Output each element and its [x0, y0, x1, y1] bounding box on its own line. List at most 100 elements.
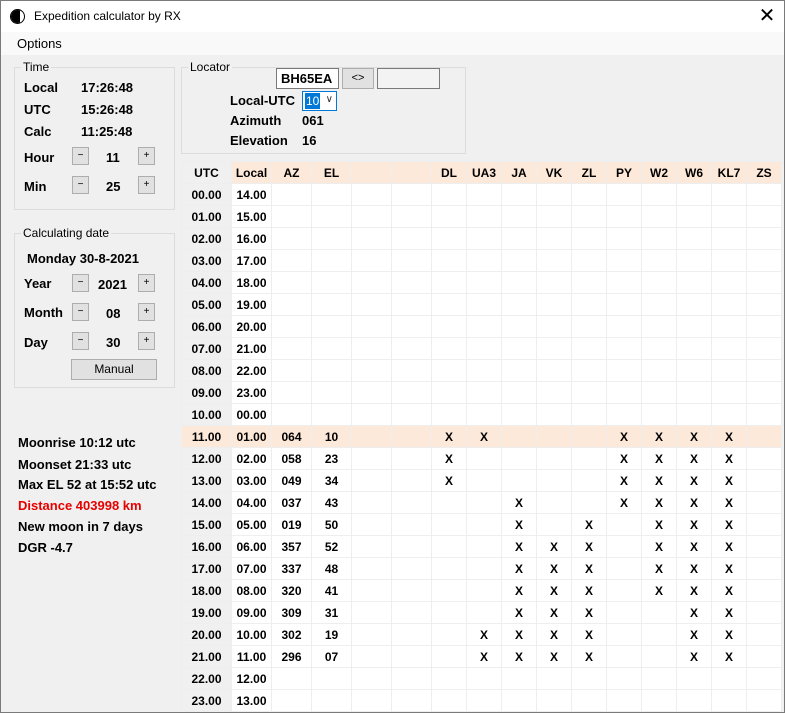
manual-button[interactable]: Manual	[71, 359, 157, 380]
table-cell: X	[466, 623, 502, 646]
month-value: 08	[106, 306, 121, 321]
table-row[interactable]: 08.00 22.00	[181, 359, 782, 382]
month-increment-button[interactable]: +	[138, 303, 155, 321]
table-cell	[746, 469, 782, 492]
table-cell: 52	[311, 535, 352, 558]
utc-time-value: 15:26:48	[81, 102, 134, 117]
utc-time-label: UTC	[24, 102, 51, 117]
table-row[interactable]: 11.00 01.00 064 10 X X X X X X	[181, 425, 782, 448]
table-cell: 02.00	[231, 447, 272, 470]
table-cell: 064	[271, 425, 312, 448]
month-decrement-button[interactable]: −	[72, 303, 89, 321]
table-row[interactable]: 19.00 09.00 309 31 X X X X X	[181, 601, 782, 624]
table-cell	[351, 513, 392, 536]
table-row[interactable]: 06.00 20.00	[181, 315, 782, 338]
table-cell	[431, 579, 467, 602]
table-cell	[391, 667, 432, 690]
table-cell: X	[466, 645, 502, 668]
table-cell	[606, 337, 642, 360]
table-cell: X	[571, 535, 607, 558]
table-cell: X	[571, 623, 607, 646]
table-row[interactable]: 16.00 06.00 357 52 X X X X X X	[181, 535, 782, 558]
table-row[interactable]: 01.00 15.00	[181, 205, 782, 228]
moonrise-text: Moonrise 10:12 utc	[18, 435, 136, 450]
table-cell	[431, 513, 467, 536]
table-cell	[571, 381, 607, 404]
menu-options[interactable]: Options	[17, 36, 62, 51]
column-header: PY	[606, 161, 642, 184]
table-row[interactable]: 18.00 08.00 320 41 X X X X X X	[181, 579, 782, 602]
table-cell	[606, 381, 642, 404]
table-row[interactable]: 20.00 10.00 302 19 X X X X X X	[181, 623, 782, 646]
table-row[interactable]: 21.00 11.00 296 07 X X X X X X	[181, 645, 782, 668]
table-cell	[746, 183, 782, 206]
table-cell: 16.00	[181, 535, 232, 558]
table-cell	[676, 337, 712, 360]
table-row[interactable]: 10.00 00.00	[181, 403, 782, 426]
min-decrement-button[interactable]: −	[72, 176, 89, 194]
table-cell	[536, 381, 572, 404]
table-cell: 17.00	[181, 557, 232, 580]
table-row[interactable]: 03.00 17.00	[181, 249, 782, 272]
table-row[interactable]: 17.00 07.00 337 48 X X X X X X	[181, 557, 782, 580]
column-header	[351, 161, 392, 184]
table-cell	[431, 205, 467, 228]
table-row[interactable]: 05.00 19.00	[181, 293, 782, 316]
table-cell	[571, 315, 607, 338]
locator-input-secondary[interactable]	[377, 68, 440, 89]
table-row[interactable]: 13.00 03.00 049 34 X X X X X	[181, 469, 782, 492]
table-cell	[676, 315, 712, 338]
day-increment-button[interactable]: +	[138, 332, 155, 350]
table-row[interactable]: 04.00 18.00	[181, 271, 782, 294]
close-icon[interactable]: ✕	[750, 1, 784, 32]
table-cell: X	[431, 425, 467, 448]
hour-increment-button[interactable]: +	[138, 147, 155, 165]
table-cell: X	[641, 535, 677, 558]
day-decrement-button[interactable]: −	[72, 332, 89, 350]
table-cell	[391, 381, 432, 404]
table-cell: X	[431, 469, 467, 492]
table-cell	[501, 337, 537, 360]
table-cell	[351, 579, 392, 602]
local-utc-selected: 10	[305, 93, 321, 109]
table-cell	[351, 337, 392, 360]
table-cell	[431, 359, 467, 382]
table-cell	[606, 513, 642, 536]
table-cell	[641, 623, 677, 646]
table-cell: X	[536, 579, 572, 602]
table-cell: X	[711, 579, 747, 602]
year-decrement-button[interactable]: −	[72, 274, 89, 292]
table-cell: X	[501, 623, 537, 646]
table-cell: X	[501, 513, 537, 536]
table-cell	[466, 293, 502, 316]
table-row[interactable]: 12.00 02.00 058 23 X X X X X	[181, 447, 782, 470]
elevation-value: 16	[302, 133, 317, 148]
table-cell	[351, 359, 392, 382]
table-row[interactable]: 22.00 12.00	[181, 667, 782, 690]
table-cell: X	[536, 623, 572, 646]
table-row[interactable]: 14.00 04.00 037 43 X X X X X	[181, 491, 782, 514]
table-cell	[431, 315, 467, 338]
table-cell	[746, 315, 782, 338]
hour-decrement-button[interactable]: −	[72, 147, 89, 165]
table-cell	[351, 271, 392, 294]
year-increment-button[interactable]: +	[138, 274, 155, 292]
min-increment-button[interactable]: +	[138, 176, 155, 194]
table-cell	[641, 227, 677, 250]
azimuth-label: Azimuth	[230, 113, 282, 128]
table-row[interactable]: 02.00 16.00	[181, 227, 782, 250]
table-row[interactable]: 15.00 05.00 019 50 X X X X X	[181, 513, 782, 536]
table-row[interactable]: 23.00 13.00	[181, 689, 782, 712]
table-cell: 18.00	[231, 271, 272, 294]
table-row[interactable]: 09.00 23.00	[181, 381, 782, 404]
locator-input[interactable]: BH65EA	[276, 68, 339, 89]
table-row[interactable]: 00.00 14.00	[181, 183, 782, 206]
time-legend: Time	[23, 60, 50, 74]
table-cell	[311, 337, 352, 360]
swap-button[interactable]: <>	[342, 68, 374, 89]
table-cell	[571, 425, 607, 448]
local-utc-select[interactable]: 10 ∨	[302, 91, 337, 111]
table-row[interactable]: 07.00 21.00	[181, 337, 782, 360]
table-cell	[536, 689, 572, 712]
table-cell	[431, 403, 467, 426]
